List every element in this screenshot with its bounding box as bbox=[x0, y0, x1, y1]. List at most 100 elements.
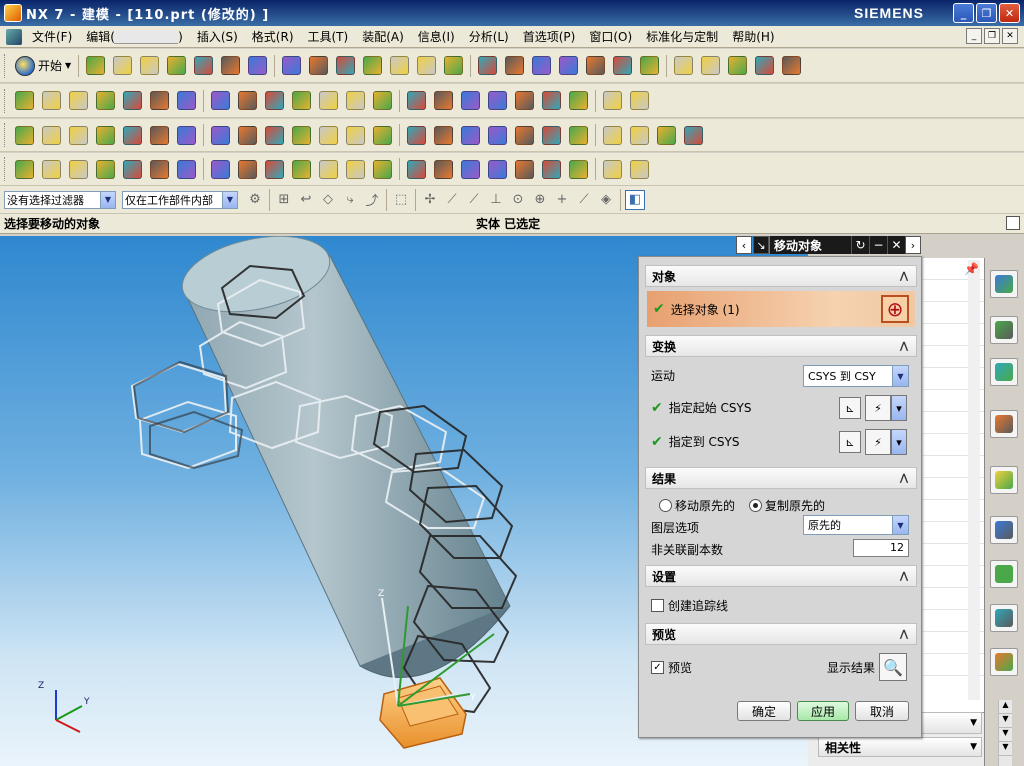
menu-insert[interactable]: 插入(S) bbox=[190, 28, 245, 45]
sew-icon[interactable] bbox=[485, 123, 510, 148]
trim-icon[interactable] bbox=[174, 157, 199, 182]
palette-tool-icon[interactable] bbox=[990, 604, 1018, 632]
save-icon[interactable] bbox=[137, 53, 162, 78]
close-icon[interactable]: ✕ bbox=[887, 236, 905, 254]
move-original-radio[interactable]: 移动原先的 bbox=[659, 497, 735, 514]
pad-icon[interactable] bbox=[343, 88, 368, 113]
section-result-header[interactable]: 结果 ⋀ bbox=[645, 467, 917, 489]
csys-dialog-icon[interactable]: ⊾ bbox=[839, 397, 861, 419]
spline-icon[interactable] bbox=[431, 88, 456, 113]
chevron-down-icon[interactable]: ▾ bbox=[891, 395, 907, 421]
collapse-section-icon[interactable]: ⋀ bbox=[896, 471, 912, 485]
collapse-section-icon[interactable]: ⋀ bbox=[896, 339, 912, 353]
datum-plane-icon[interactable] bbox=[174, 88, 199, 113]
line-icon[interactable] bbox=[370, 88, 395, 113]
section-preview-header[interactable]: 预览 ⋀ bbox=[645, 623, 917, 645]
unsuppress-icon[interactable] bbox=[431, 157, 456, 182]
menu-window[interactable]: 窗口(O) bbox=[582, 28, 639, 45]
chevron-down-icon[interactable]: ▾ bbox=[891, 429, 907, 455]
part-navigator-icon[interactable] bbox=[990, 316, 1018, 344]
toolbar-grip[interactable] bbox=[4, 123, 7, 147]
close-icon[interactable]: ✕ bbox=[999, 3, 1020, 23]
menu-information[interactable]: 信息(I) bbox=[411, 28, 462, 45]
part-list-icon[interactable] bbox=[289, 123, 314, 148]
cut-icon[interactable] bbox=[164, 53, 189, 78]
blend-icon[interactable] bbox=[539, 88, 564, 113]
restore-icon[interactable]: ❐ bbox=[976, 3, 997, 23]
navigator-scrollbar[interactable] bbox=[968, 260, 980, 700]
delete-face-icon[interactable] bbox=[316, 157, 341, 182]
surface-icon[interactable] bbox=[120, 88, 145, 113]
snap-quadrant-icon[interactable]: ⊕ bbox=[530, 190, 550, 210]
full-screen-icon[interactable] bbox=[1006, 216, 1020, 230]
explode-icon[interactable] bbox=[539, 157, 564, 182]
suppress-icon[interactable] bbox=[404, 157, 429, 182]
perspective-icon[interactable] bbox=[475, 53, 500, 78]
offset-face-icon[interactable] bbox=[512, 123, 537, 148]
doc-close-icon[interactable]: ✕ bbox=[1002, 28, 1018, 44]
offset-curve-icon[interactable] bbox=[458, 88, 483, 113]
toolbar-grip[interactable] bbox=[4, 53, 7, 78]
inferred-csys-icon[interactable]: ⚡ bbox=[865, 395, 891, 421]
snap-face-icon[interactable]: ◈ bbox=[596, 190, 616, 210]
fit-view-icon[interactable] bbox=[306, 53, 331, 78]
menu-tools[interactable]: 工具(T) bbox=[301, 28, 356, 45]
doc-minimize-icon[interactable]: _ bbox=[966, 28, 982, 44]
dialog-title-bar[interactable]: ‹ ↘ 移动对象 ↻ − ✕ › bbox=[736, 235, 922, 255]
start-button[interactable]: 开始 ▼ bbox=[11, 54, 75, 78]
assemble-icon[interactable] bbox=[512, 157, 537, 182]
copies-input[interactable]: 12 bbox=[853, 539, 909, 557]
undo-icon[interactable] bbox=[245, 53, 270, 78]
copy-icon[interactable] bbox=[191, 53, 216, 78]
select-edge-icon[interactable]: ⤷ bbox=[340, 190, 360, 210]
selected-body[interactable] bbox=[379, 677, 467, 749]
layer-icon[interactable] bbox=[12, 123, 37, 148]
features-icon[interactable] bbox=[208, 123, 233, 148]
zoom-in-out-icon[interactable] bbox=[387, 53, 412, 78]
component-icon[interactable] bbox=[566, 157, 591, 182]
table-icon[interactable] bbox=[235, 123, 260, 148]
select-body-icon[interactable]: ◇ bbox=[318, 190, 338, 210]
arrow-left-icon[interactable]: ‹ bbox=[736, 236, 752, 254]
expression-icon[interactable] bbox=[262, 123, 287, 148]
clock-icon[interactable] bbox=[990, 516, 1018, 544]
mirror-icon[interactable] bbox=[404, 123, 429, 148]
inferred-csys-icon[interactable]: ⚡ bbox=[865, 429, 891, 455]
crosshair-select-icon[interactable]: ⊕ bbox=[881, 295, 909, 323]
move-face-icon[interactable] bbox=[39, 157, 64, 182]
snap-center-icon[interactable]: ⊙ bbox=[508, 190, 528, 210]
select-face-icon[interactable]: ⤴ bbox=[362, 190, 382, 210]
paste-icon[interactable] bbox=[218, 53, 243, 78]
menu-customize[interactable]: 标准化与定制 bbox=[639, 28, 725, 45]
snap-existing-icon[interactable]: + bbox=[552, 190, 572, 210]
view-icon[interactable] bbox=[627, 123, 652, 148]
rectangle-select-icon[interactable]: ⬚ bbox=[391, 190, 411, 210]
snap-point-on-curve-icon[interactable]: ⟋ bbox=[574, 190, 594, 210]
section-transform-header[interactable]: 变换 ⋀ bbox=[645, 335, 917, 357]
wrap-icon[interactable] bbox=[208, 157, 233, 182]
sketch-icon[interactable] bbox=[12, 88, 37, 113]
scale-icon[interactable] bbox=[539, 123, 564, 148]
pattern-icon[interactable] bbox=[370, 123, 395, 148]
toolbar-grip[interactable] bbox=[4, 88, 7, 113]
filter-settings-icon[interactable]: ⚙ bbox=[245, 190, 265, 210]
link-icon[interactable] bbox=[458, 123, 483, 148]
check-icon[interactable] bbox=[627, 157, 652, 182]
boss-icon[interactable] bbox=[289, 88, 314, 113]
block-icon[interactable] bbox=[208, 88, 233, 113]
create-trace-checkbox[interactable]: 创建追踪线 bbox=[651, 597, 728, 614]
extrude-icon[interactable] bbox=[39, 88, 64, 113]
rotate-icon[interactable] bbox=[414, 53, 439, 78]
apply-button[interactable]: 应用 bbox=[797, 701, 849, 721]
intersect-icon[interactable] bbox=[147, 123, 172, 148]
measure-angle-icon[interactable] bbox=[779, 53, 804, 78]
arc-icon[interactable] bbox=[404, 88, 429, 113]
export-icon[interactable] bbox=[485, 157, 510, 182]
collapse-icon[interactable]: − bbox=[869, 236, 887, 254]
point-set-icon[interactable] bbox=[147, 88, 172, 113]
arrow-right-icon[interactable]: › bbox=[905, 236, 921, 254]
menu-help[interactable]: 帮助(H) bbox=[725, 28, 781, 45]
cube-red-icon[interactable] bbox=[12, 157, 37, 182]
minimize-icon[interactable]: _ bbox=[953, 3, 974, 23]
collapse-section-icon[interactable]: ⋀ bbox=[896, 569, 912, 583]
